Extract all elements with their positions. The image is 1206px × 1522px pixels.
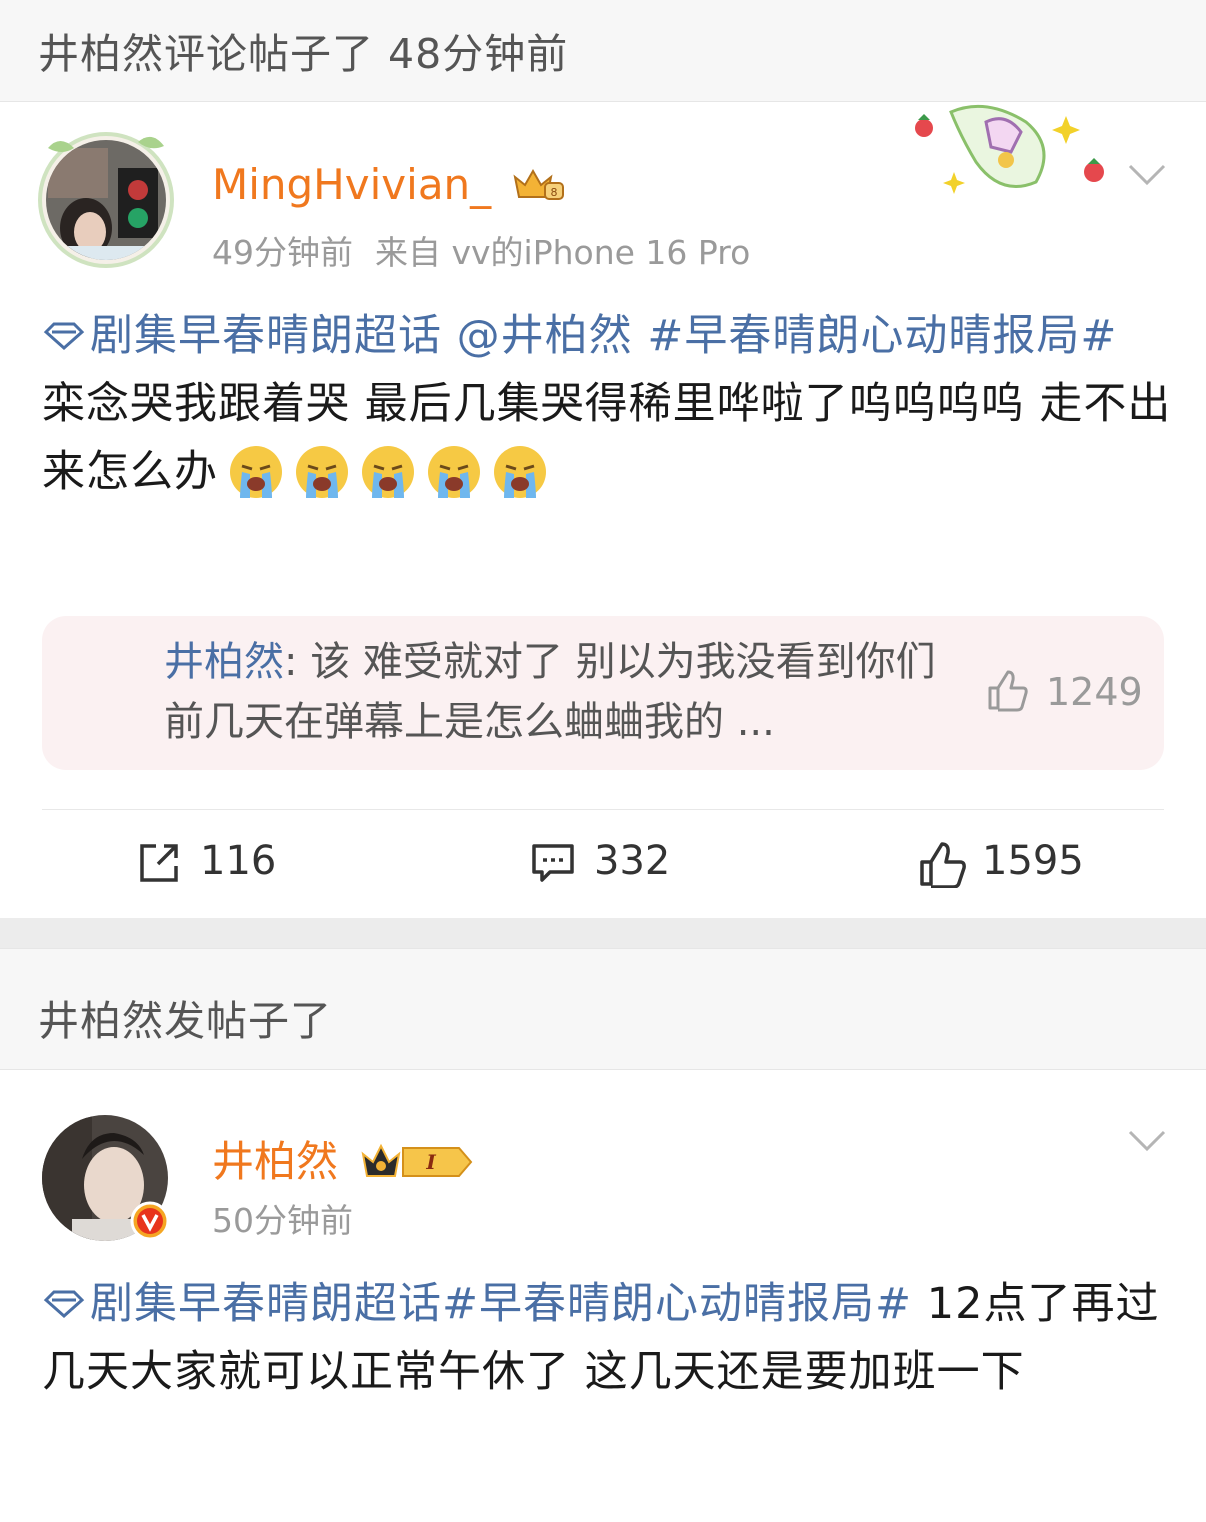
crying-emoji-icon [494, 446, 546, 498]
topic-link[interactable]: 剧集早春晴朗超话 [42, 311, 442, 361]
repost-icon [140, 844, 178, 882]
svg-text:8: 8 [550, 186, 557, 199]
post-card[interactable]: MingHvivian_ 8 49分钟前 来自 vv的iPhone 16 Pro … [0, 102, 1206, 918]
crying-emoji-icon [230, 446, 282, 498]
header-text: 井柏然发帖子了 [38, 997, 332, 1045]
post-card[interactable]: 井柏然 I 50分钟前 剧集早春晴朗超话#早春晴朗心动晴报局# 12点了再过几天… [0, 1070, 1206, 1522]
quoted-comment-author[interactable]: 井柏然 [164, 639, 284, 685]
comment-icon [532, 844, 574, 882]
thumbs-up-icon [920, 842, 966, 888]
feed-separator [0, 918, 1206, 948]
mention-link[interactable]: @井柏然 [442, 311, 633, 361]
crown-badge-icon: I [361, 1143, 473, 1177]
chevron-down-icon[interactable] [1128, 164, 1166, 186]
crown-badge-icon: 8 [513, 168, 564, 200]
hashtag-link[interactable]: #早春晴朗心动晴报局# [442, 1279, 912, 1329]
svg-text:I: I [426, 1150, 437, 1174]
topic-diamond-icon [43, 322, 85, 351]
quoted-comment[interactable]: 井柏然: 该 难受就对了 别以为我没看到你们前几天在弹幕上是怎么蛐蛐我的 ...… [42, 616, 1164, 770]
post-meta: 49分钟前 来自 vv的iPhone 16 Pro [212, 226, 750, 274]
decoration-sticker-icon [915, 104, 1104, 194]
thumbs-up-icon [988, 670, 1028, 712]
username[interactable]: MingHvivian_ 8 [212, 160, 567, 209]
feed-item-header: 井柏然评论帖子了 48分钟前 [0, 0, 1206, 102]
post-time: 49分钟前 [212, 233, 353, 272]
post-body: 剧集早春晴朗超话 @井柏然 #早春晴朗心动晴报局# 栾念哭我跟着哭 最后几集哭得… [42, 302, 1172, 506]
quoted-comment-text: 井柏然: 该 难受就对了 别以为我没看到你们前几天在弹幕上是怎么蛐蛐我的 ... [164, 632, 944, 752]
crying-emoji-icon [362, 446, 414, 498]
post-time: 50分钟前 [212, 1201, 353, 1240]
post-body: 剧集早春晴朗超话#早春晴朗心动晴报局# 12点了再过几天大家就可以正常午休了 这… [42, 1270, 1172, 1406]
topic-diamond-icon [43, 1290, 85, 1319]
crying-emoji-icon [428, 446, 480, 498]
chevron-down-icon[interactable] [1128, 1130, 1166, 1152]
post-text: 栾念哭我跟着哭 最后几集哭得稀里哗啦了呜呜呜呜 走不出来怎么办 [42, 379, 1172, 497]
hashtag-link[interactable]: #早春晴朗心动晴报局# [633, 311, 1118, 361]
feed-item-header: 井柏然发帖子了 [0, 948, 1206, 1070]
avatar[interactable] [42, 1115, 170, 1241]
divider [42, 809, 1164, 810]
topic-link[interactable]: 剧集早春晴朗超话 [42, 1279, 442, 1329]
verified-v-icon [130, 1201, 170, 1241]
crying-emoji-icon [296, 446, 348, 498]
username[interactable]: 井柏然 I [212, 1128, 479, 1189]
avatar[interactable] [38, 128, 174, 268]
post-source: 来自 vv的iPhone 16 Pro [375, 233, 751, 272]
header-text: 井柏然评论帖子了 48分钟前 [38, 30, 569, 78]
post-meta: 50分钟前 [212, 1194, 353, 1242]
